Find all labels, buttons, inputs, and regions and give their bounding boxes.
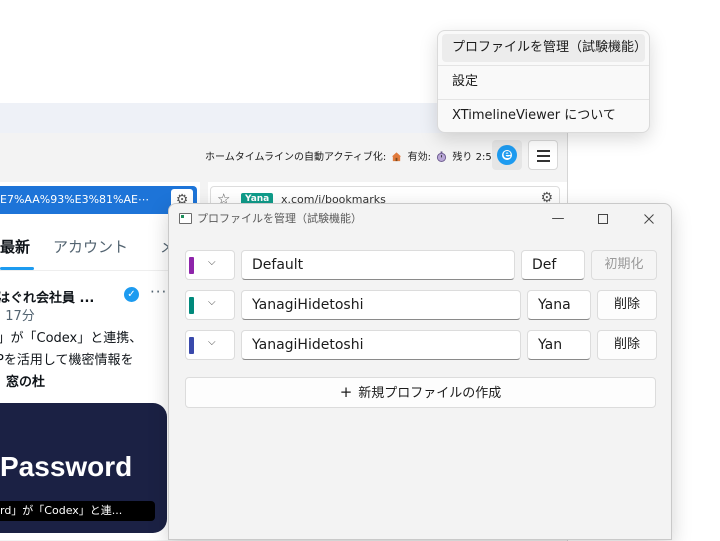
tweet-source[interactable]: 窓の杜 — [6, 371, 45, 390]
create-profile-button[interactable]: + 新規プロファイルの作成 — [185, 377, 656, 408]
chevron-down-icon: ⌵ — [208, 257, 216, 268]
tab-latest[interactable]: 最新 — [0, 236, 30, 257]
tweet-text-line-1: 」」が「Codex」と連携、 — [0, 331, 143, 346]
window-icon — [179, 213, 192, 224]
menu-item-manage-profiles[interactable]: プロファイルを管理（試験機能） — [442, 34, 647, 62]
refresh-icon — [497, 145, 517, 165]
card-caption: rd」が「Codex」と連... — [0, 501, 155, 521]
profile-row: ⌵ YanagiHidetoshi Yana 削除 — [185, 290, 657, 322]
main-toolbar: ホームタイムラインの自動アクティブ化: 有効: 残り 2:53 — [0, 136, 567, 176]
card-title: Password — [0, 451, 133, 482]
profile-row: ⌵ YanagiHidetoshi Yan 削除 — [185, 330, 657, 362]
manage-profiles-dialog: プロファイルを管理（試験機能） — ⌵ Default Def 初期化 ⌵ Ya… — [168, 203, 672, 540]
tab-accounts[interactable]: アカウント — [53, 236, 128, 257]
close-icon — [644, 214, 654, 224]
hamburger-menu-button[interactable] — [528, 140, 558, 170]
chevron-down-icon: ⌵ — [208, 337, 216, 348]
profile-color-dropdown[interactable]: ⌵ — [185, 250, 235, 280]
color-swatch — [189, 297, 194, 314]
menu-item-settings[interactable]: 設定 — [442, 68, 645, 96]
profile-short-name-input[interactable]: Yana — [527, 290, 591, 320]
profile-color-dropdown[interactable]: ⌵ — [185, 330, 235, 360]
hamburger-icon — [537, 150, 550, 152]
tweet-author[interactable]: 忘はぐれ会社員 ... — [0, 287, 94, 306]
refresh-button[interactable] — [492, 140, 522, 170]
menu-separator — [438, 99, 649, 100]
delete-button[interactable]: 削除 — [597, 290, 657, 320]
active-tab-indicator — [0, 267, 34, 270]
profile-name-input[interactable]: YanagiHidetoshi — [241, 330, 521, 360]
timer-icon — [437, 151, 447, 162]
profile-short-name-input[interactable]: Yan — [527, 330, 591, 360]
app-menu: プロファイルを管理（試験機能） 設定 XTimelineViewer について — [437, 30, 650, 133]
reset-button[interactable]: 初期化 — [591, 250, 657, 280]
column1-url-text: E7%AA%93%E3%81%AE⋯ — [0, 193, 149, 206]
profile-row: ⌵ Default Def 初期化 — [185, 250, 657, 282]
tweet-time: · 17分 — [0, 309, 35, 324]
house-icon — [392, 152, 402, 162]
close-button[interactable] — [634, 206, 664, 232]
enabled-label: 有効: — [407, 152, 432, 163]
maximize-icon — [598, 214, 608, 224]
color-swatch — [189, 257, 194, 274]
delete-button[interactable]: 削除 — [597, 330, 657, 360]
maximize-button[interactable] — [588, 206, 618, 232]
create-profile-label: 新規プロファイルの作成 — [358, 386, 502, 401]
auto-activate-label: ホームタイムラインの自動アクティブ化: — [205, 152, 387, 163]
verified-badge-icon: ✓ — [124, 287, 139, 302]
tweet-text-line-2: Pを活用して機密情報を — [0, 353, 134, 368]
tweet-link-card[interactable]: Password rd」が「Codex」と連... — [0, 403, 167, 533]
minimize-button[interactable]: — — [543, 206, 573, 232]
auto-activate-status: ホームタイムラインの自動アクティブ化: 有効: 残り 2:53 — [205, 148, 498, 163]
menu-separator — [438, 65, 649, 66]
profile-short-name-input[interactable]: Def — [521, 250, 585, 280]
chevron-down-icon: ⌵ — [208, 297, 216, 308]
tweet-more-button[interactable]: ··· — [150, 283, 167, 301]
color-swatch — [189, 337, 194, 354]
profile-color-dropdown[interactable]: ⌵ — [185, 290, 235, 320]
profile-name-input[interactable]: Default — [241, 250, 515, 280]
dialog-title: プロファイルを管理（試験機能） — [197, 212, 362, 225]
menu-item-about[interactable]: XTimelineViewer について — [442, 102, 645, 130]
plus-icon: + — [339, 383, 353, 401]
profile-name-input[interactable]: YanagiHidetoshi — [241, 290, 521, 320]
